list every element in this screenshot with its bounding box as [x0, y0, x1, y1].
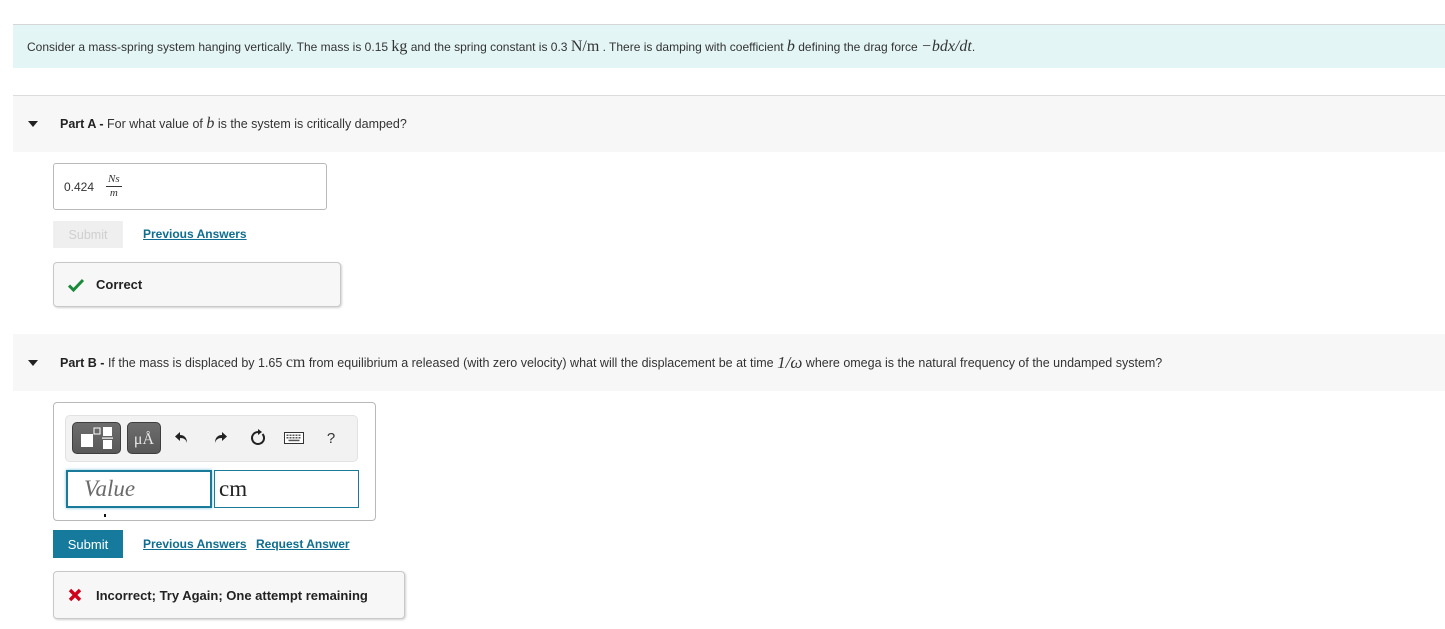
help-button[interactable]: ? [319, 426, 343, 450]
collapse-caret-icon[interactable] [28, 359, 38, 366]
part-a-label: Part A - [60, 117, 107, 131]
intro-math-segment: b [786, 37, 795, 55]
undo-button[interactable] [170, 426, 194, 450]
help-icon: ? [326, 429, 336, 447]
part-b-label: Part B - [60, 355, 108, 370]
reset-button[interactable] [246, 426, 270, 450]
part-b-header: Part B - If the mass is displaced by 1.6… [13, 334, 1445, 391]
unit-denominator: m [109, 187, 118, 199]
math-toolbar: μÅ ? [65, 415, 358, 462]
keyboard-icon [284, 432, 304, 444]
part-a-submit-button: Submit [53, 221, 123, 248]
intro-text-segment: and the spring constant is 0.3 [407, 39, 571, 54]
undo-icon [175, 432, 187, 443]
intro-math-segment: kg [391, 37, 408, 55]
redo-button[interactable] [208, 426, 232, 450]
intro-math-segment: N/m [570, 37, 600, 55]
problem-intro: Consider a mass-spring system hanging ve… [13, 24, 1445, 68]
part-a-answer-display: 0.424 Ns m [53, 163, 327, 210]
intro-text-segment: . [971, 39, 976, 54]
check-icon [68, 278, 84, 292]
part-a-header: Part A - For what value of b is the syst… [13, 95, 1445, 152]
templates-icon [81, 427, 113, 449]
part-a-question-var: b [206, 115, 215, 132]
answer-editor-panel: μÅ ? Value cm [53, 402, 376, 521]
collapse-caret-icon[interactable] [28, 121, 38, 127]
part-b-feedback: Incorrect; Try Again; One attempt remain… [53, 571, 405, 619]
part-b-question-expr: 1/ω [777, 352, 803, 372]
part-a-answer-value: 0.424 [64, 179, 95, 194]
part-b-question-mid: from equilibrium a released (with zero v… [305, 355, 778, 370]
unit-numerator: Ns [106, 173, 122, 187]
part-a-question-post: is the system is critically damped? [214, 117, 407, 131]
part-a-question-pre: For what value of [107, 117, 207, 131]
part-a-feedback-text: Correct [96, 277, 143, 292]
templates-button[interactable] [72, 422, 121, 454]
part-b-previous-answers-link[interactable]: Previous Answers [143, 537, 247, 551]
intro-text-segment: Consider a mass-spring system hanging ve… [27, 39, 392, 54]
value-input[interactable] [66, 470, 212, 508]
reset-icon [251, 429, 266, 445]
intro-text-segment: defining the drag force [794, 39, 922, 54]
part-b-question-unit: cm [285, 353, 306, 371]
text-cursor [104, 514, 106, 517]
part-b-submit-button[interactable]: Submit [53, 530, 123, 558]
intro-text-segment: . There is damping with coefficient [599, 39, 787, 54]
units-button[interactable]: μÅ [127, 422, 161, 454]
part-b-feedback-text: Incorrect; Try Again; One attempt remain… [96, 587, 368, 603]
part-b-question-post: where omega is the natural frequency of … [802, 355, 1163, 370]
units-label: μÅ [133, 431, 155, 448]
request-answer-link[interactable]: Request Answer [256, 537, 350, 551]
part-a-feedback: Correct [53, 262, 341, 307]
part-b-question-pre: If the mass is displaced by 1.65 [107, 355, 286, 370]
unit-input[interactable] [214, 470, 359, 508]
part-a-previous-answers-link[interactable]: Previous Answers [143, 227, 247, 241]
intro-math-segment: −bdx/dt [921, 37, 972, 55]
redo-icon [215, 432, 227, 443]
part-a-answer-unit: Ns m [106, 174, 122, 199]
x-icon [68, 588, 82, 602]
keyboard-button[interactable] [282, 426, 306, 450]
